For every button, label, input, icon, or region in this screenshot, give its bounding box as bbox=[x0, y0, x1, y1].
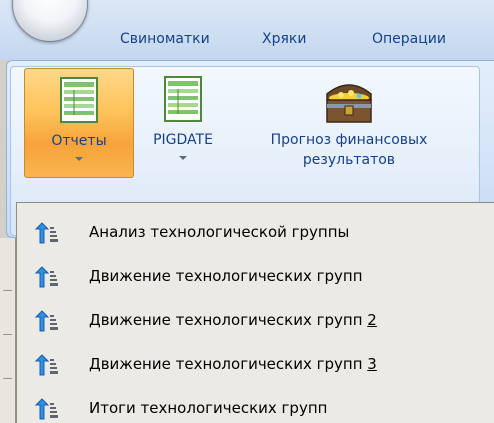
sort-ascending-icon bbox=[35, 222, 58, 244]
menu-item-group-totals[interactable]: Итоги технологических групп bbox=[17, 389, 494, 423]
app-orb-icon bbox=[39, 0, 59, 3]
reports-button-label: Отчеты bbox=[51, 133, 107, 149]
chevron-down-icon bbox=[179, 156, 187, 160]
tab-operatsii[interactable]: Операции bbox=[372, 31, 446, 47]
sort-ascending-icon bbox=[35, 266, 58, 288]
financial-forecast-label-line2: результатов bbox=[302, 152, 396, 168]
menu-item-text: Движение технологических групп bbox=[89, 311, 368, 329]
menu-item-group-movement-2[interactable]: Движение технологических групп 2 bbox=[17, 301, 494, 341]
sort-ascending-icon bbox=[35, 354, 58, 376]
sort-ascending-icon bbox=[35, 398, 58, 420]
underlying-window-edge bbox=[0, 238, 16, 423]
menu-item-group-analysis[interactable]: Анализ технологической группы bbox=[17, 213, 494, 253]
menu-item-label: Движение технологических групп 3 bbox=[89, 353, 377, 375]
reports-dropdown-menu: Анализ технологической группы Движение т… bbox=[16, 202, 494, 423]
menu-item-group-movement[interactable]: Движение технологических групп bbox=[17, 257, 494, 297]
menu-item-accelerator: 2 bbox=[367, 311, 377, 329]
reports-button[interactable]: Отчеты bbox=[24, 68, 134, 178]
sort-ascending-icon bbox=[35, 310, 58, 332]
menu-item-label: Анализ технологической группы bbox=[89, 223, 350, 241]
report-sheet-icon bbox=[60, 77, 98, 123]
financial-forecast-button[interactable]: Прогноз финансовых результатов bbox=[230, 68, 468, 178]
financial-forecast-label-line1: Прогноз финансовых bbox=[270, 132, 428, 148]
tab-khryaki[interactable]: Хряки bbox=[262, 31, 306, 47]
menu-item-label: Итоги технологических групп bbox=[89, 399, 328, 417]
pigdate-button[interactable]: PIGDATE bbox=[144, 68, 222, 178]
menu-item-text: Движение технологических групп bbox=[89, 355, 368, 373]
menu-item-group-movement-3[interactable]: Движение технологических групп 3 bbox=[17, 345, 494, 385]
menu-item-label: Движение технологических групп bbox=[89, 267, 363, 285]
pigdate-button-label: PIGDATE bbox=[153, 132, 213, 148]
menu-item-accelerator: 3 bbox=[367, 355, 377, 373]
report-sheet-icon bbox=[164, 76, 202, 122]
application-menu-button[interactable] bbox=[12, 0, 88, 42]
tab-svinomatki[interactable]: Свиноматки bbox=[120, 31, 210, 47]
menu-item-label: Движение технологических групп 2 bbox=[89, 309, 377, 331]
ribbon-tab-strip: Свиноматки Хряки Операции bbox=[0, 0, 494, 60]
treasure-chest-icon bbox=[326, 84, 372, 123]
chevron-down-icon bbox=[75, 157, 83, 161]
